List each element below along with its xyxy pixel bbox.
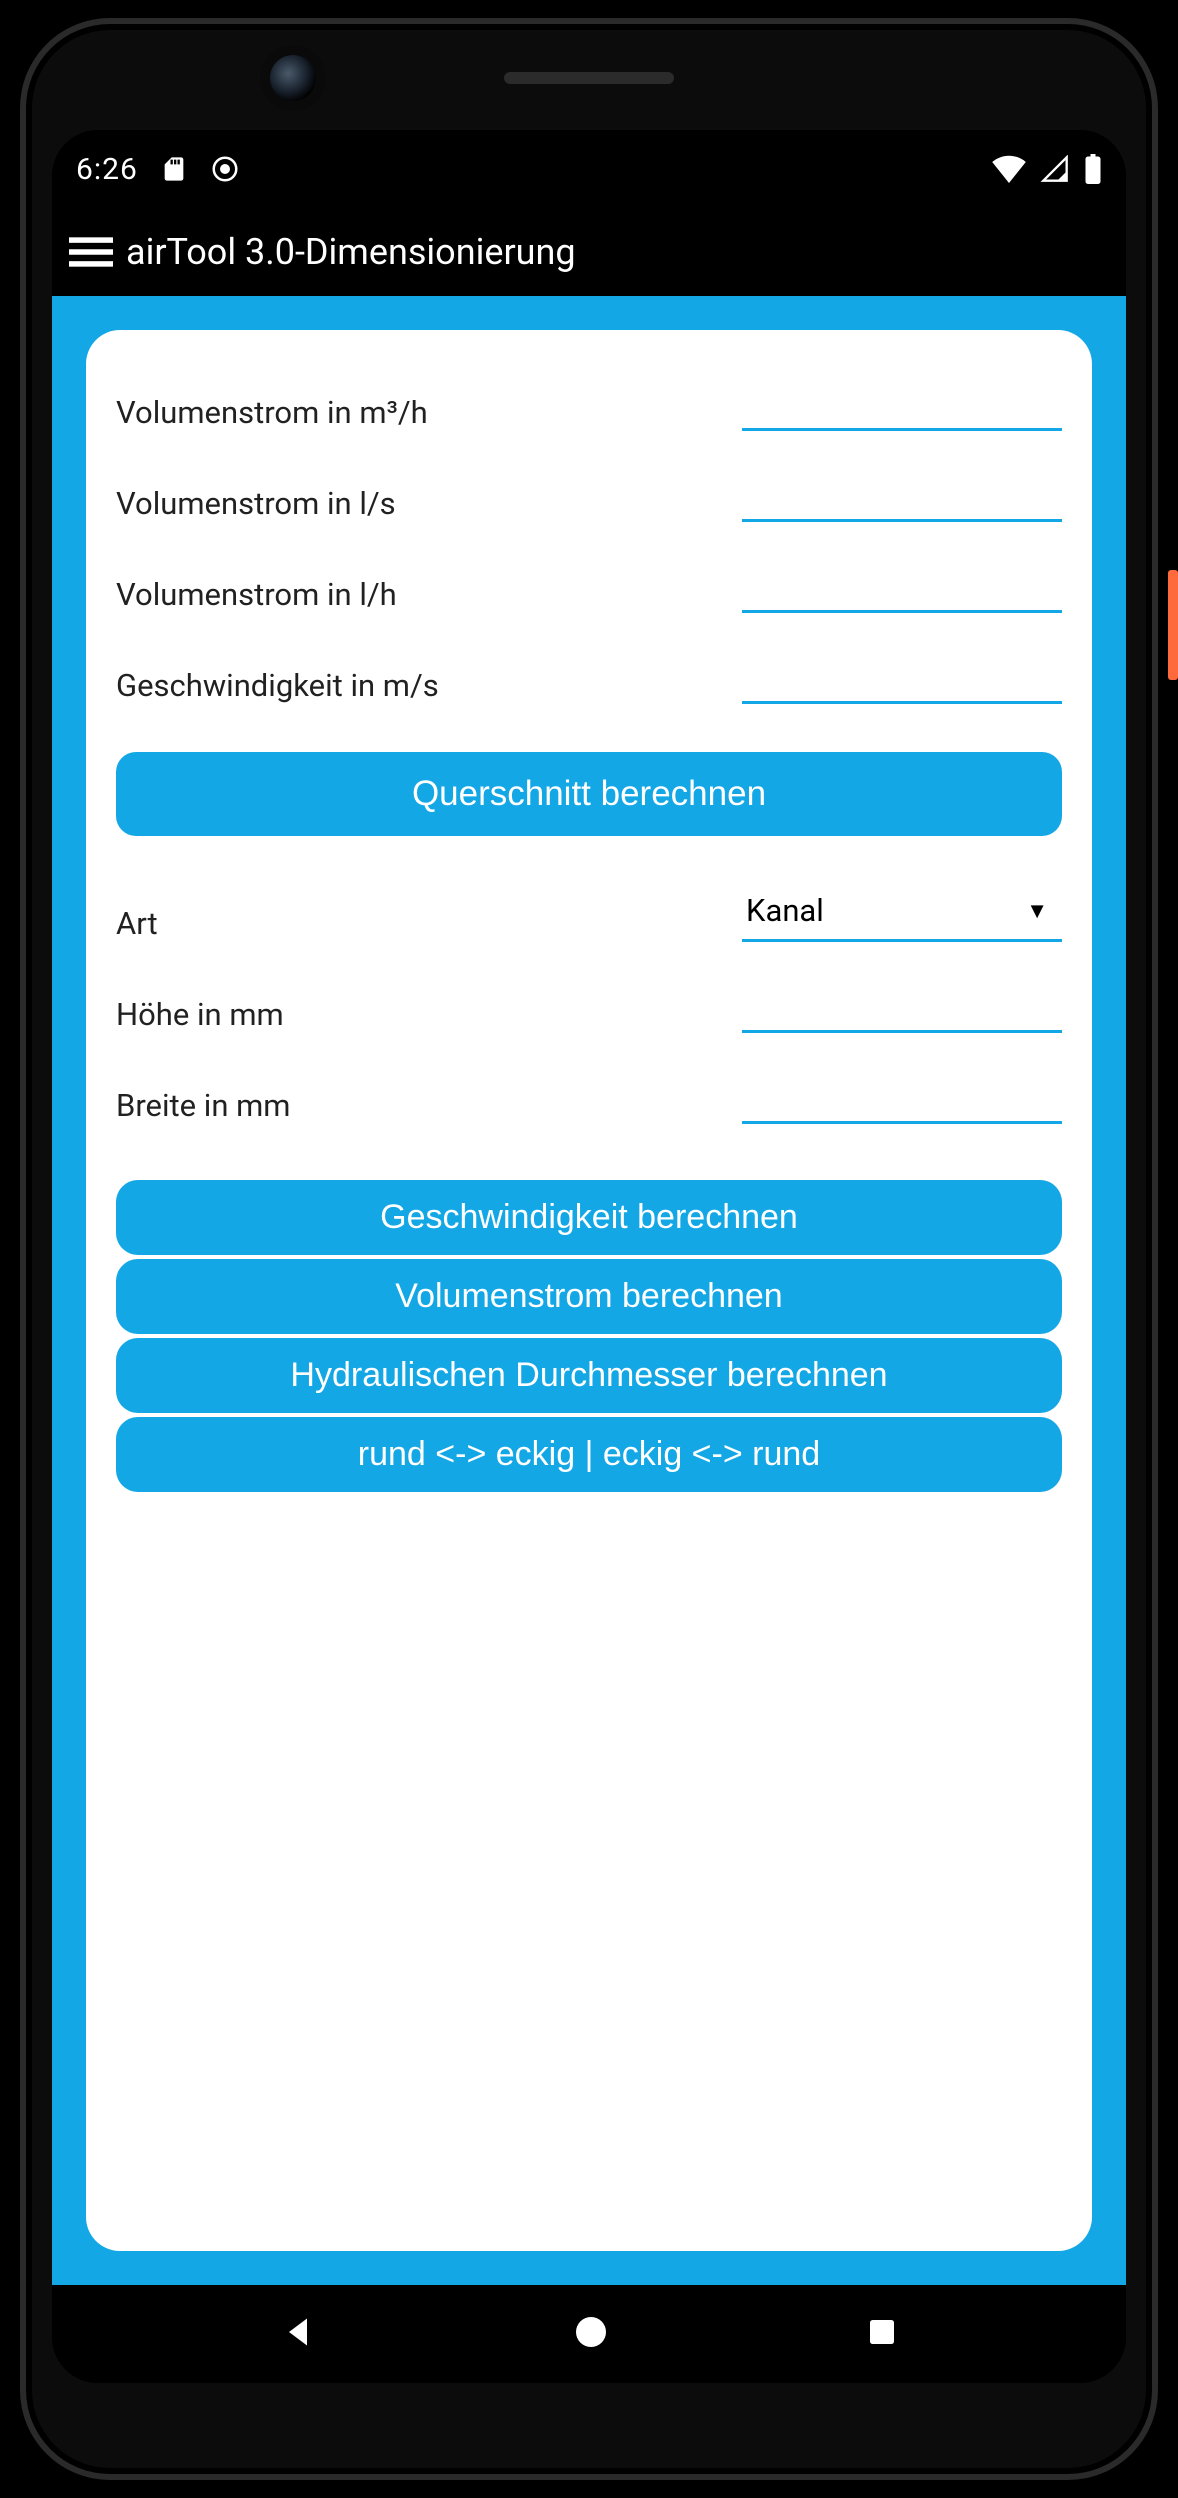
volumenstrom-berechnen-button[interactable]: Volumenstrom berechnen — [116, 1259, 1062, 1334]
nav-recents-button[interactable] — [866, 2316, 898, 2352]
power-button-indicator — [1168, 570, 1178, 680]
status-bar: 6:26 — [52, 130, 1126, 208]
geschwindigkeit-berechnen-button[interactable]: Geschwindigkeit berechnen — [116, 1180, 1062, 1255]
rund-eckig-convert-button[interactable]: rund <-> eckig | eckig <-> rund — [116, 1417, 1062, 1492]
label-volumenstrom-ls: Volumenstrom in l/s — [116, 485, 742, 522]
label-volumenstrom-lh: Volumenstrom in l/h — [116, 576, 742, 613]
front-camera — [270, 55, 316, 101]
querschnitt-berechnen-button[interactable]: Querschnitt berechnen — [116, 752, 1062, 836]
input-hoehe[interactable] — [742, 984, 1062, 1033]
label-art: Art — [116, 905, 742, 942]
input-geschwindigkeit[interactable] — [742, 655, 1062, 704]
nav-back-button[interactable] — [280, 2314, 316, 2354]
hydraulischen-durchmesser-button[interactable]: Hydraulischen Durchmesser berechnen — [116, 1338, 1062, 1413]
input-breite[interactable] — [742, 1075, 1062, 1124]
battery-icon — [1084, 154, 1102, 184]
label-geschwindigkeit: Geschwindigkeit in m/s — [116, 667, 742, 704]
hamburger-icon — [69, 230, 113, 274]
label-hoehe: Höhe in mm — [116, 996, 742, 1033]
nav-home-button[interactable] — [573, 2314, 609, 2354]
cellular-signal-icon — [1040, 155, 1070, 183]
input-volumenstrom-lh[interactable] — [742, 564, 1062, 613]
system-nav-bar — [52, 2285, 1126, 2383]
app-bar: airTool 3.0-Dimensionierung — [52, 208, 1126, 296]
wifi-icon — [992, 155, 1026, 183]
label-volumenstrom-m3h: Volumenstrom in m³/h — [116, 394, 742, 431]
clock: 6:26 — [76, 152, 138, 187]
input-volumenstrom-m3h[interactable] — [742, 382, 1062, 431]
input-volumenstrom-ls[interactable] — [742, 473, 1062, 522]
sd-card-icon — [160, 155, 188, 183]
do-not-disturb-icon — [210, 154, 240, 184]
menu-button[interactable] — [64, 225, 118, 279]
page-title: airTool 3.0-Dimensionierung — [126, 231, 576, 273]
content-area: Volumenstrom in m³/h Volumenstrom in l/s… — [52, 296, 1126, 2285]
label-breite: Breite in mm — [116, 1087, 742, 1124]
chevron-down-icon: ▼ — [1026, 898, 1048, 924]
select-art[interactable]: Kanal ▼ — [742, 882, 1062, 942]
select-art-value: Kanal — [746, 892, 824, 929]
form-card: Volumenstrom in m³/h Volumenstrom in l/s… — [86, 330, 1092, 2251]
earpiece-speaker — [504, 72, 674, 84]
